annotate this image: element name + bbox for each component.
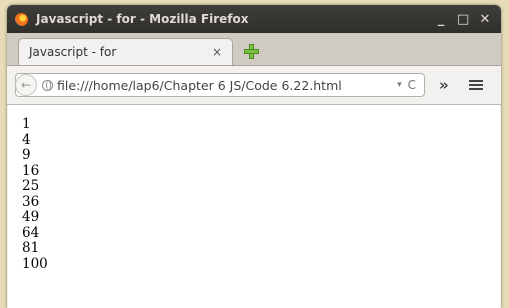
plus-icon [244,44,259,59]
output-line: 81 [22,240,40,256]
output-line: 9 [22,147,31,163]
back-arrow-icon[interactable]: ← [15,74,37,96]
title-bar: Javascript - for - Mozilla Firefox _ □ ✕ [7,5,501,33]
browser-window: Javascript - for - Mozilla Firefox _ □ ✕… [7,5,501,308]
navigation-bar: ← file:///home/lap6/Chapter 6 JS/Code 6.… [7,66,501,105]
output-line: 4 [22,131,31,148]
firefox-icon [15,12,28,26]
url-bar[interactable]: ← file:///home/lap6/Chapter 6 JS/Code 6.… [15,73,425,97]
output-line: 1 [22,116,31,132]
output-line: 64 [22,224,40,241]
url-text[interactable]: file:///home/lap6/Chapter 6 JS/Code 6.22… [57,78,397,93]
url-dropdown-icon[interactable]: ▾ [397,80,402,90]
output-line: 100 [22,255,48,272]
minimize-button[interactable]: _ [435,12,447,27]
output-line: 25 [22,178,40,194]
close-tab-icon[interactable]: × [208,45,226,59]
output-line: 36 [22,193,40,210]
output-line: 16 [22,162,40,179]
page-content: 1 4 9 16 25 36 49 64 81 100 [8,105,500,308]
reload-icon[interactable]: C [408,78,416,92]
window-controls: _ □ ✕ [435,12,491,27]
globe-icon [42,79,53,91]
tab-strip: Javascript - for × [7,33,501,66]
tab-javascript-for[interactable]: Javascript - for × [18,38,233,65]
tab-label: Javascript - for [29,45,117,59]
maximize-button[interactable]: □ [457,12,469,27]
new-tab-button[interactable] [241,42,261,60]
window-title: Javascript - for - Mozilla Firefox [36,12,249,26]
overflow-chevron-icon[interactable]: » [439,76,449,94]
close-window-button[interactable]: ✕ [479,12,491,27]
hamburger-menu-icon[interactable] [468,80,483,90]
output-line: 49 [22,209,40,225]
